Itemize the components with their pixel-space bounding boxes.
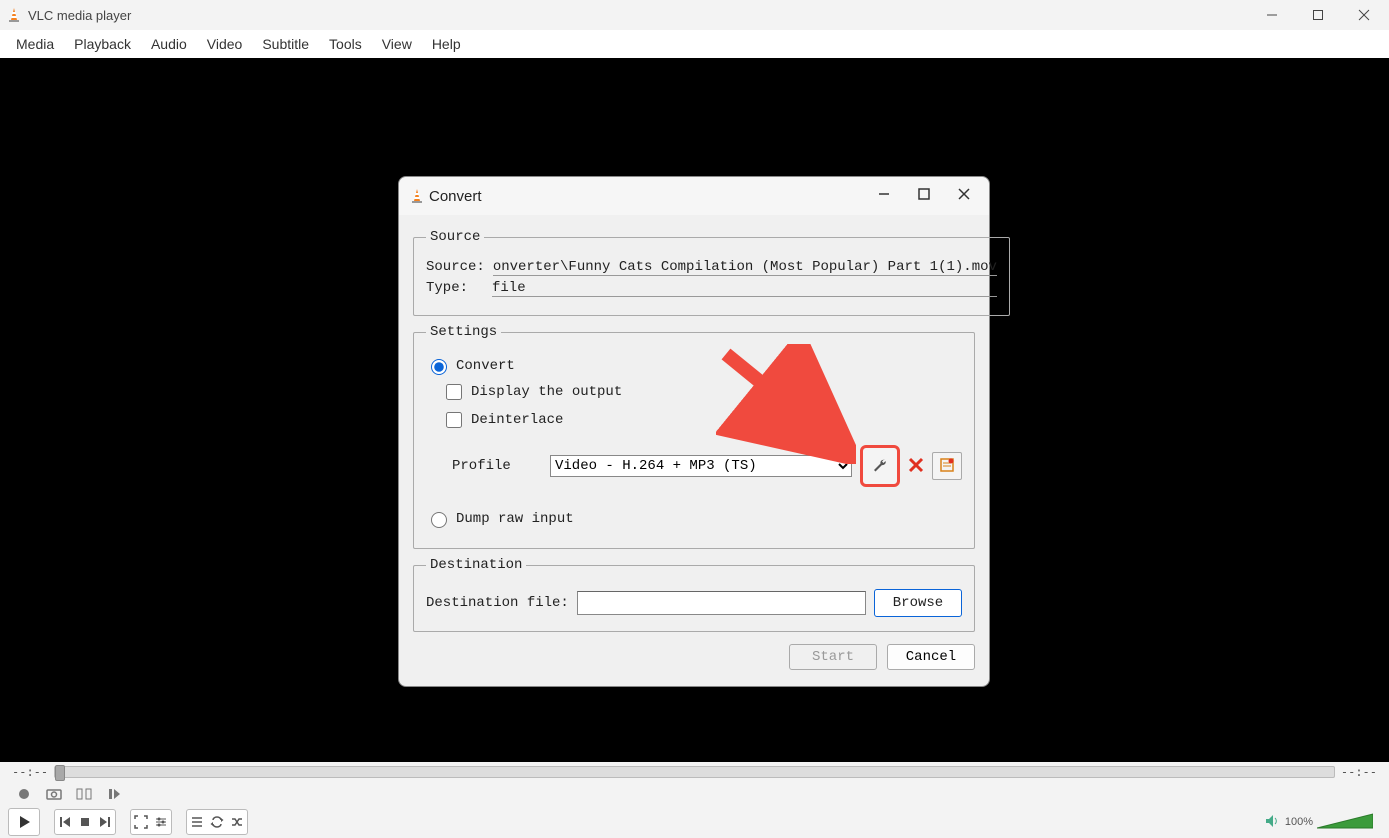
convert-dialog: Convert Source Source: onverter\Funny Ca…: [398, 176, 990, 687]
maximize-button[interactable]: [1295, 0, 1341, 30]
dialog-minimize-button[interactable]: [875, 187, 893, 205]
dialog-titlebar: Convert: [399, 177, 989, 215]
menu-audio[interactable]: Audio: [141, 32, 197, 56]
menu-bar: Media Playback Audio Video Subtitle Tool…: [0, 30, 1389, 59]
menu-subtitle[interactable]: Subtitle: [252, 32, 319, 56]
fullscreen-button[interactable]: [131, 810, 151, 834]
destination-legend: Destination: [426, 557, 526, 573]
playlist-button[interactable]: [187, 810, 207, 834]
minimize-button[interactable]: [1249, 0, 1295, 30]
vlc-cone-icon: [6, 7, 22, 23]
dump-raw-radio[interactable]: [431, 512, 447, 528]
stop-button[interactable]: [75, 810, 95, 834]
dump-raw-label: Dump raw input: [456, 511, 574, 527]
menu-media[interactable]: Media: [6, 32, 64, 56]
menu-help[interactable]: Help: [422, 32, 471, 56]
dialog-title: Convert: [429, 188, 482, 205]
menu-playback[interactable]: Playback: [64, 32, 141, 56]
source-legend: Source: [426, 229, 484, 245]
speaker-icon[interactable]: [1265, 814, 1281, 831]
snapshot-icon[interactable]: [42, 782, 66, 806]
source-label: Source:: [426, 259, 485, 276]
display-output-label: Display the output: [471, 384, 622, 400]
start-button[interactable]: Start: [789, 644, 877, 670]
menu-view[interactable]: View: [372, 32, 422, 56]
source-value: onverter\Funny Cats Compilation (Most Po…: [493, 259, 997, 276]
new-profile-button[interactable]: [932, 452, 962, 480]
edit-profile-button[interactable]: [860, 445, 900, 487]
play-button[interactable]: [8, 808, 40, 836]
window-controls: [1249, 0, 1387, 30]
destination-file-label: Destination file:: [426, 595, 569, 611]
profile-label: Profile: [452, 458, 542, 474]
menu-tools[interactable]: Tools: [319, 32, 372, 56]
settings-legend: Settings: [426, 324, 501, 340]
time-elapsed: --:--: [12, 765, 48, 779]
settings-group: Settings Convert Display the output Dein…: [413, 324, 975, 549]
type-label: Type:: [426, 280, 484, 297]
x-icon: [908, 461, 924, 476]
loop-ab-icon[interactable]: [72, 782, 96, 806]
source-group: Source Source: onverter\Funny Cats Compi…: [413, 229, 1010, 316]
menu-video[interactable]: Video: [197, 32, 253, 56]
destination-file-input[interactable]: [577, 591, 866, 615]
browse-button[interactable]: Browse: [874, 589, 962, 617]
app-title: VLC media player: [28, 8, 131, 23]
vlc-cone-icon: [409, 188, 425, 204]
player-controls: --:-- --:-- 100%: [0, 762, 1389, 838]
volume-slider[interactable]: [1317, 812, 1373, 832]
close-button[interactable]: [1341, 0, 1387, 30]
convert-label: Convert: [456, 358, 515, 374]
deinterlace-label: Deinterlace: [471, 412, 563, 428]
dialog-close-button[interactable]: [955, 187, 973, 205]
extended-settings-button[interactable]: [151, 810, 171, 834]
delete-profile-button[interactable]: [908, 457, 924, 476]
type-value: file: [492, 280, 997, 297]
prev-button[interactable]: [55, 810, 75, 834]
destination-group: Destination Destination file: Browse: [413, 557, 975, 632]
volume-percent: 100%: [1285, 816, 1313, 828]
loop-button[interactable]: [207, 810, 227, 834]
cancel-button[interactable]: Cancel: [887, 644, 975, 670]
main-titlebar: VLC media player: [0, 0, 1389, 30]
dialog-maximize-button[interactable]: [915, 187, 933, 205]
time-total: --:--: [1341, 765, 1377, 779]
convert-radio[interactable]: [431, 359, 447, 375]
shuffle-button[interactable]: [227, 810, 247, 834]
seek-bar[interactable]: [54, 766, 1335, 778]
record-icon[interactable]: [12, 782, 36, 806]
next-button[interactable]: [95, 810, 115, 834]
new-profile-icon: [939, 457, 955, 476]
deinterlace-checkbox[interactable]: [446, 412, 462, 428]
display-output-checkbox[interactable]: [446, 384, 462, 400]
frame-step-icon[interactable]: [102, 782, 126, 806]
profile-select[interactable]: Video - H.264 + MP3 (TS): [550, 455, 852, 477]
wrench-icon: [871, 456, 889, 477]
